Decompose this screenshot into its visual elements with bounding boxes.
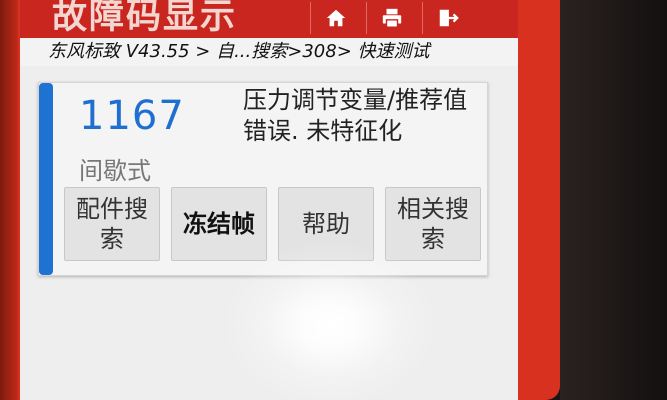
fault-type: 间歇式 (79, 157, 151, 185)
fault-code: 1167 (79, 93, 185, 139)
device-frame: 故障码显示 东风标致 V43.55 > 自...搜索>308> 快速测试 116… (0, 0, 560, 400)
home-icon (326, 9, 346, 27)
exit-button[interactable] (422, 2, 473, 34)
print-button[interactable] (366, 2, 417, 34)
fault-code-card: 1167 间歇式 压力调节变量/推荐值错误. 未特征化 配件搜索 冻结帧 帮助 … (38, 82, 488, 276)
device-bezel (0, 0, 18, 400)
breadcrumb: 东风标致 V43.55 > 自...搜索>308> 快速测试 (20, 38, 518, 66)
card-accent-bar (39, 83, 53, 275)
home-button[interactable] (310, 2, 361, 34)
print-icon (382, 8, 402, 28)
fault-description: 压力调节变量/推荐值错误. 未特征化 (243, 86, 468, 145)
freeze-frame-button[interactable]: 冻结帧 (171, 187, 267, 261)
background-area (560, 0, 667, 400)
related-search-button[interactable]: 相关搜索 (385, 187, 481, 261)
exit-icon (439, 9, 459, 27)
parts-search-button[interactable]: 配件搜索 (64, 187, 160, 261)
page-title: 故障码显示 (52, 0, 238, 37)
title-bar: 故障码显示 (20, 0, 518, 38)
screen: 故障码显示 东风标致 V43.55 > 自...搜索>308> 快速测试 116… (20, 0, 518, 400)
help-button[interactable]: 帮助 (278, 187, 374, 261)
